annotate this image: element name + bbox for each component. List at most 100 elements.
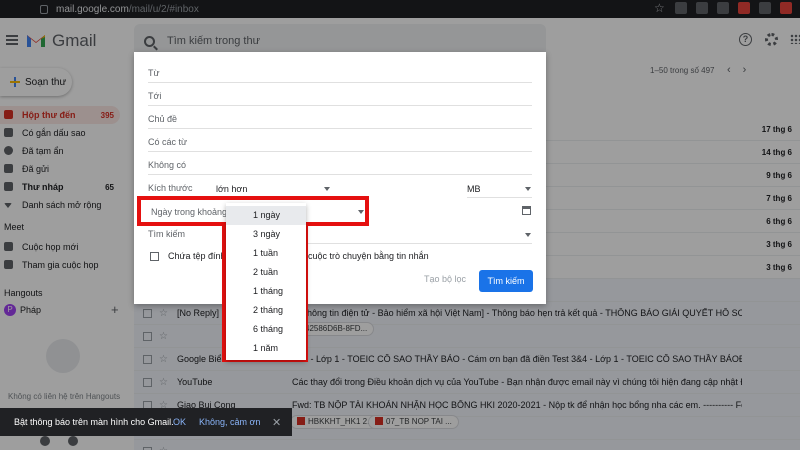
pagination-arrows[interactable]: ‹› [727,64,758,76]
sidebar-item-inbox[interactable]: Hộp thư đến 395 [0,106,120,124]
toast-ok-button[interactable]: OK [173,417,186,427]
has-words-field[interactable]: Có các từ [148,137,187,147]
attachment-name: HBKKHT_HK1 2... [308,417,374,426]
attachment-name: 42586D6B-8FD... [305,324,368,333]
row-date: 3 thg 6 [766,239,792,249]
row-checkbox[interactable] [143,446,152,450]
row-date: 6 thg 6 [766,216,792,226]
sidebar: Soạn thư Hộp thư đến 395 Có gắn dấu sao … [0,64,130,450]
chevron-down-icon[interactable] [525,187,531,191]
attachment-name: 07_TB NOP TAI ... [386,417,452,426]
draft-count: 65 [105,182,114,192]
table-row[interactable]: ☆ YouTube Các thay đổi trong Điều khoản dị… [134,371,800,394]
keyboard-icon [4,260,13,269]
sidebar-item-sent[interactable]: Đã gửi [0,160,120,178]
avatar[interactable]: P [4,304,16,316]
pdf-file-icon [297,417,305,425]
sidebar-item-label: Đã tạm ẩn [22,146,64,156]
row-checkbox[interactable] [143,331,152,341]
compose-button[interactable]: Soạn thư [0,68,72,96]
divider [148,151,532,152]
attachment-chip[interactable]: 07_TB NOP TAI ... [368,415,459,429]
table-row[interactable]: ☆ [134,440,800,450]
add-contact-icon[interactable]: + [111,302,119,317]
meet-new-meeting[interactable]: Cuộc họp mới [0,238,120,256]
chevron-left-icon[interactable]: ‹ [727,64,743,76]
search-input[interactable]: Tìm kiếm trong thư [167,35,260,47]
size-unit-select[interactable]: MB [467,184,481,194]
size-operator-select[interactable]: lớn hơn [216,184,247,194]
star-icon[interactable]: ☆ [159,308,168,319]
person-icon[interactable] [40,436,50,446]
star-icon[interactable]: ☆ [159,377,168,388]
divider [148,105,532,106]
search-button[interactable]: Tìm kiếm [479,270,533,292]
dropdown-option[interactable]: 1 ngày [226,206,306,225]
close-icon[interactable]: ✕ [272,416,281,429]
bookmark-star-icon[interactable]: ☆ [654,2,666,14]
doesnt-have-field[interactable]: Không có [148,160,186,170]
sidebar-item-label: Có gắn dấu sao [22,128,86,138]
gmail-wordmark[interactable]: Gmail [52,31,96,51]
sidebar-item-label: Danh sách mở rộng [22,200,102,210]
hangouts-bottom-icons [40,436,78,446]
profile-icon[interactable] [780,2,792,14]
sidebar-item-drafts[interactable]: Thư nháp 65 [0,178,120,196]
chevron-right-icon[interactable]: › [743,64,759,76]
create-filter-button[interactable]: Tạo bộ lọc [424,274,466,284]
dropdown-option[interactable]: 6 tháng [226,320,306,339]
sidebar-item-more[interactable]: Danh sách mở rộng [0,196,120,214]
has-attachment-checkbox[interactable] [150,252,159,261]
lock-icon [40,4,48,14]
browser-address-bar[interactable]: mail.google.com/mail/u/2/#inbox ☆ [0,0,800,18]
row-checkbox[interactable] [143,377,152,387]
row-checkbox[interactable] [143,354,152,364]
row-date: 14 thg 6 [761,147,792,157]
url-text[interactable]: mail.google.com/mail/u/2/#inbox [56,4,199,15]
exclude-chats-label: gồm cuộc trò chuyện bằng tin nhắn [288,251,429,261]
star-icon[interactable]: ☆ [159,354,168,365]
row-checkbox[interactable] [143,308,152,318]
dropdown-option[interactable]: 1 năm [226,339,306,358]
extension-icon[interactable] [675,2,687,14]
search-icon[interactable] [144,35,155,47]
gmail-logo-icon[interactable] [26,32,46,48]
chevron-down-icon[interactable] [525,233,531,237]
subject-field[interactable]: Chủ đề [148,114,177,124]
sidebar-item-snoozed[interactable]: Đã tạm ẩn [0,142,120,160]
hamburger-menu-icon[interactable] [6,35,18,45]
sidebar-item-starred[interactable]: Có gắn dấu sao [0,124,120,142]
extension-icon[interactable] [738,2,750,14]
apps-grid-icon[interactable] [790,34,800,44]
extension-icon[interactable] [717,2,729,14]
dropdown-option[interactable]: 1 tuần [226,244,306,263]
hangout-user-name[interactable]: Pháp [20,305,41,315]
to-field[interactable]: Tới [148,91,161,101]
meet-join-meeting[interactable]: Tham gia cuộc họp [0,256,120,274]
has-attachment-label: Chứa tệp đính [168,251,226,261]
dropdown-option[interactable]: 2 tháng [226,301,306,320]
row-subject: Fwd: TB NỘP TÀI KHOẢN NHẬN HỌC BỔNG HKI … [292,400,742,410]
dropdown-option[interactable]: 3 ngày [226,225,306,244]
gear-icon[interactable] [765,33,778,46]
toast-dismiss-button[interactable]: Không, cảm ơn [199,417,260,427]
chat-icon[interactable] [68,436,78,446]
extension-icon[interactable] [759,2,771,14]
help-icon[interactable]: ? [739,33,752,46]
row-subject: 3&4 - Lớp 1 - TOEIC CÔ SAO THẦY BẢO - Cá… [292,354,742,364]
row-sender: YouTube [177,377,213,387]
chevron-down-icon [4,203,12,208]
download-icon[interactable] [696,2,708,14]
row-date: 9 thg 6 [766,170,792,180]
compose-label: Soạn thư [25,76,67,88]
toast-text: Bật thông báo trên màn hình cho Gmail. [14,417,174,427]
chevron-down-icon[interactable] [358,210,364,214]
calendar-icon[interactable] [522,206,531,215]
dropdown-option[interactable]: 2 tuần [226,263,306,282]
star-icon[interactable]: ☆ [159,331,168,342]
chevron-down-icon[interactable] [324,187,330,191]
dropdown-option[interactable]: 1 tháng [226,282,306,301]
from-field[interactable]: Từ [148,68,160,78]
gmail-window: mail.google.com/mail/u/2/#inbox ☆ Gmail … [0,0,800,450]
star-icon[interactable]: ☆ [159,446,168,450]
